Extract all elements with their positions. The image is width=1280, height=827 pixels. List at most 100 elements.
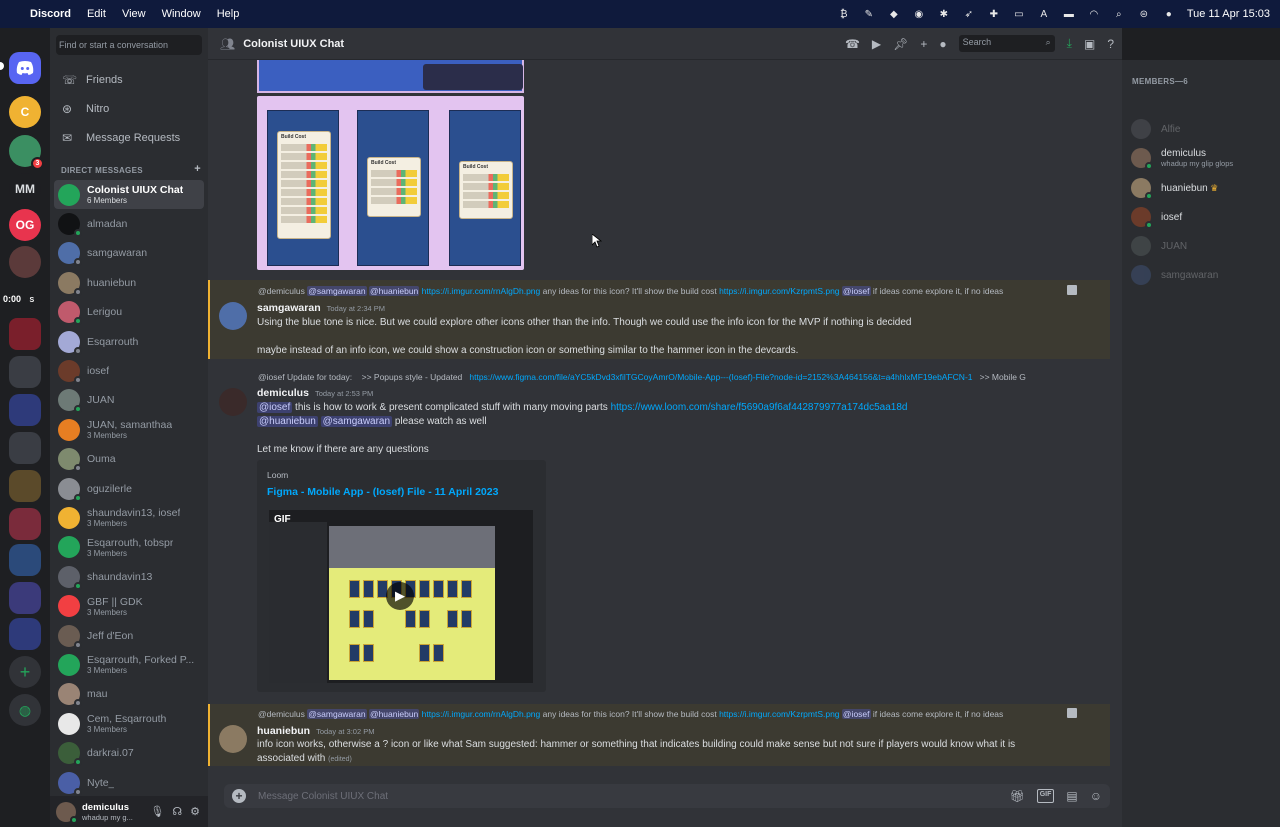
channel-search-input[interactable]: Search ⌕ (958, 35, 1055, 52)
dm-item[interactable]: Ouma (54, 445, 204, 474)
home-button[interactable] (9, 52, 41, 84)
emoji-icon[interactable]: ☺ (1090, 789, 1102, 803)
menu-edit[interactable]: Edit (87, 8, 106, 20)
mention[interactable]: @iosef (841, 709, 871, 719)
attachment-image-top[interactable] (257, 60, 524, 93)
microphone-icon[interactable]: 🎙︎ (150, 805, 164, 818)
menu-window[interactable]: Window (162, 8, 201, 20)
author-avatar[interactable] (219, 302, 247, 330)
help-icon[interactable]: ? (1107, 37, 1114, 51)
mention[interactable]: @iosef (257, 402, 293, 413)
link[interactable]: https://www.loom.com/share/f5690a9f6af44… (611, 402, 908, 413)
reply-preview[interactable]: @demiculus @samgawaran @huaniebun https:… (258, 709, 1078, 719)
dm-item[interactable]: oguzilerle (54, 474, 204, 503)
reply-preview[interactable]: @demiculus @samgawaran @huaniebun https:… (258, 286, 1078, 296)
dm-item[interactable]: shaundavin13, iosef 3 Members (54, 503, 204, 532)
siri-icon[interactable]: ● (1162, 8, 1176, 20)
server-folder-8[interactable] (9, 618, 41, 650)
dm-item[interactable]: Esqarrouth (54, 327, 204, 356)
tray-keyboard-icon[interactable]: ▭ (1012, 8, 1026, 20)
dm-item[interactable]: JUAN, samanthaa 3 Members (54, 415, 204, 444)
headphones-icon[interactable]: ☊ (172, 805, 182, 818)
message-author[interactable]: huaniebun Today at 3:02 PM (257, 725, 374, 737)
inbox-icon[interactable]: ▣ (1084, 37, 1095, 51)
control-center-icon[interactable]: ⊜ (1137, 8, 1151, 20)
gift-icon[interactable]: 🎁︎ (1009, 789, 1024, 803)
link[interactable]: https://i.imgur.com/KzrpmtS.png (719, 286, 839, 296)
tray-plus-icon[interactable]: ✚ (987, 8, 1001, 20)
link[interactable]: https://i.imgur.com/KzrpmtS.png (719, 709, 839, 719)
link[interactable]: https://i.imgur.com/rnAlgDh.png (422, 286, 541, 296)
mention[interactable]: @samgawaran (307, 286, 367, 296)
settings-gear-icon[interactable]: ⚙ (190, 805, 200, 818)
play-icon[interactable]: ▶ (386, 582, 414, 610)
dm-item[interactable]: samgawaran (54, 239, 204, 268)
link[interactable]: https://i.imgur.com/rnAlgDh.png (422, 709, 541, 719)
tray-pen-icon[interactable]: ✎ (862, 8, 876, 20)
tray-input-icon[interactable]: A (1037, 8, 1051, 20)
dm-item[interactable]: Esqarrouth, tobspr 3 Members (54, 533, 204, 562)
dm-item[interactable]: darkrai.07 (54, 738, 204, 767)
server-folder-1[interactable] (9, 356, 41, 388)
user-avatar[interactable] (56, 801, 78, 824)
dm-item[interactable]: GBF || GDK 3 Members (54, 591, 204, 620)
create-dm-icon[interactable]: + (194, 163, 201, 175)
server-avatar-group[interactable]: 3 (9, 135, 44, 170)
search-icon[interactable]: ⌕ (1112, 8, 1126, 20)
gif-button[interactable]: GIF (1036, 789, 1055, 803)
tray-dropbox-icon[interactable]: ◆ (887, 8, 901, 20)
member-item[interactable]: JUAN (1131, 233, 1271, 259)
server-og[interactable]: OG (9, 209, 41, 241)
pinned-messages-icon[interactable]: 📌︎ (893, 37, 908, 51)
user-info[interactable]: demiculus whadup my g... (82, 802, 133, 822)
author-avatar[interactable] (219, 725, 247, 753)
tray-settings-icon[interactable]: ✱ (937, 8, 951, 20)
dm-item[interactable]: mau (54, 680, 204, 709)
menu-app[interactable]: Discord (30, 8, 71, 20)
server-game[interactable] (9, 246, 41, 278)
mention[interactable]: @huaniebun (368, 286, 420, 296)
server-red-square[interactable] (9, 318, 41, 350)
mention[interactable]: @huaniebun (368, 709, 420, 719)
server-folder-2[interactable] (9, 394, 41, 426)
mention[interactable]: @samgawaran (307, 709, 367, 719)
dm-item[interactable]: Lerigou (54, 298, 204, 327)
tray-compass-icon[interactable]: ◉ (912, 8, 926, 20)
dm-item[interactable]: shaundavin13 (54, 562, 204, 591)
embed-title[interactable]: Figma - Mobile App - (Iosef) File - 11 A… (267, 486, 498, 498)
mention[interactable]: @huaniebun (257, 416, 318, 427)
nav-friends[interactable]: ☏ Friends (56, 66, 202, 94)
message-author[interactable]: samgawaran Today at 2:34 PM (257, 302, 385, 314)
member-item[interactable]: demiculus whadup my glip glops (1131, 145, 1271, 171)
nav-message-requests[interactable]: ✉ Message Requests (56, 124, 202, 152)
server-folder-4[interactable] (9, 470, 41, 502)
server-folder-6[interactable] (9, 544, 41, 576)
dm-item[interactable]: Jeff d'Eon (54, 621, 204, 650)
server-mm[interactable]: MM (9, 173, 41, 205)
menu-help[interactable]: Help (217, 8, 240, 20)
voice-call-icon[interactable]: ☎ (845, 37, 860, 51)
mention[interactable]: @samgawaran (320, 416, 393, 427)
explore-servers-button[interactable]: ◍ (9, 694, 41, 726)
nav-nitro[interactable]: ⊛ Nitro (56, 95, 202, 123)
tray-bird-icon[interactable]: ➶ (962, 8, 976, 20)
dm-item[interactable]: huaniebun (54, 268, 204, 297)
tray-app-icon[interactable]: ₿ (837, 8, 851, 20)
embed-video-thumbnail[interactable]: GIF ▶ (269, 510, 533, 683)
member-item[interactable]: iosef (1131, 204, 1271, 230)
server-folder-7[interactable] (9, 582, 41, 614)
message-composer[interactable]: + Message Colonist UIUX Chat 🎁︎ GIF ▤ ☺ (224, 784, 1110, 808)
dm-item[interactable]: JUAN (54, 386, 204, 415)
dm-item[interactable]: Colonist UIUX Chat 6 Members (54, 180, 204, 210)
message-author[interactable]: demiculus Today at 2:53 PM (257, 387, 373, 399)
attachment-image-build-cost[interactable]: Build Cost Build Cost Build Cost (257, 96, 524, 270)
video-call-icon[interactable]: ▶ (872, 37, 881, 51)
download-icon[interactable]: ⤓ (1067, 36, 1072, 51)
dm-item[interactable]: iosef (54, 356, 204, 385)
add-server-button[interactable]: + (9, 656, 41, 688)
server-folder-3[interactable] (9, 432, 41, 464)
add-friends-icon[interactable]: + (920, 37, 927, 51)
member-item[interactable]: samgawaran (1131, 262, 1271, 288)
dm-search-input[interactable]: Find or start a conversation (56, 35, 202, 55)
embed-provider[interactable]: Loom (267, 470, 288, 480)
